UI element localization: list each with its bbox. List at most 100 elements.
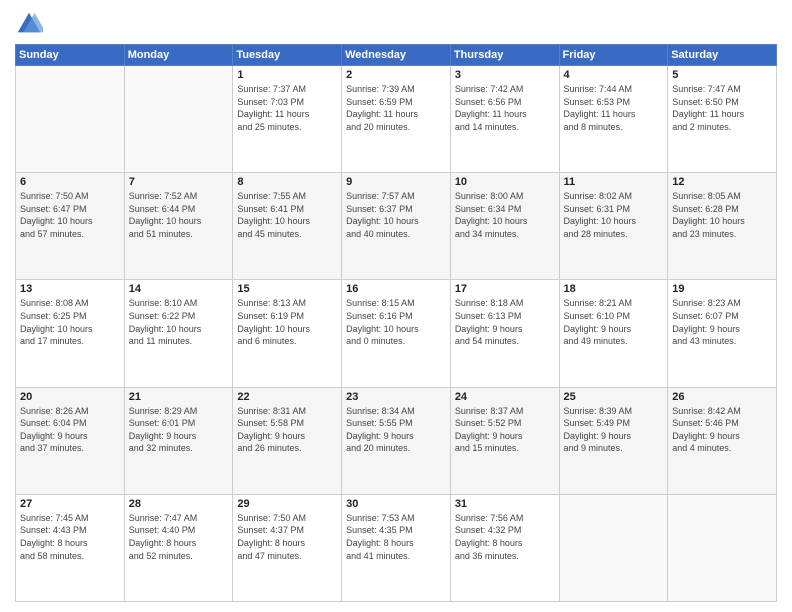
weekday-header-row: SundayMondayTuesdayWednesdayThursdayFrid… [16, 45, 777, 66]
day-number: 27 [20, 498, 120, 510]
calendar-cell: 13 Sunrise: 8:08 AM Sunset: 6:25 PM Dayli… [16, 280, 125, 387]
weekday-header-wednesday: Wednesday [342, 45, 451, 66]
day-detail: Sunrise: 7:52 AM Sunset: 6:44 PM Dayligh… [129, 190, 229, 240]
day-number: 15 [237, 283, 337, 295]
day-detail: Sunrise: 8:42 AM Sunset: 5:46 PM Dayligh… [672, 405, 772, 455]
calendar-cell: 10 Sunrise: 8:00 AM Sunset: 6:34 PM Dayli… [450, 173, 559, 280]
calendar-cell: 4Sunrise: 7:44 AM Sunset: 6:53 PM Daylig… [559, 66, 668, 173]
header [15, 10, 777, 38]
day-number: 13 [20, 283, 120, 295]
calendar-cell: 2Sunrise: 7:39 AM Sunset: 6:59 PM Daylig… [342, 66, 451, 173]
weekday-header-friday: Friday [559, 45, 668, 66]
calendar-cell: 30Sunrise: 7:53 AM Sunset: 4:35 PM Dayli… [342, 494, 451, 601]
day-number: 24 [455, 391, 555, 403]
day-number: 5 [672, 69, 772, 81]
day-detail: Sunrise: 8:26 AM Sunset: 6:04 PM Dayligh… [20, 405, 120, 455]
day-detail: Sunrise: 7:50 AM Sunset: 4:37 PM Dayligh… [237, 512, 337, 562]
day-number: 3 [455, 69, 555, 81]
weekday-header-tuesday: Tuesday [233, 45, 342, 66]
day-number: 7 [129, 176, 229, 188]
day-detail: Sunrise: 8:10 AM Sunset: 6:22 PM Dayligh… [129, 297, 229, 347]
calendar-cell: 24 Sunrise: 8:37 AM Sunset: 5:52 PM Dayli… [450, 387, 559, 494]
calendar-cell: 9 Sunrise: 7:57 AM Sunset: 6:37 PM Daylig… [342, 173, 451, 280]
calendar-cell: 14 Sunrise: 8:10 AM Sunset: 6:22 PM Dayli… [124, 280, 233, 387]
day-detail: Sunrise: 8:05 AM Sunset: 6:28 PM Dayligh… [672, 190, 772, 240]
calendar-cell: 12 Sunrise: 8:05 AM Sunset: 6:28 PM Dayli… [668, 173, 777, 280]
calendar-cell: 21Sunrise: 8:29 AM Sunset: 6:01 PM Dayli… [124, 387, 233, 494]
calendar-cell: 28 Sunrise: 7:47 AM Sunset: 4:40 PM Dayli… [124, 494, 233, 601]
calendar-cell: 1Sunrise: 7:37 AM Sunset: 7:03 PM Daylig… [233, 66, 342, 173]
calendar-cell: 22 Sunrise: 8:31 AM Sunset: 5:58 PM Dayli… [233, 387, 342, 494]
calendar-cell: 7 Sunrise: 7:52 AM Sunset: 6:44 PM Daylig… [124, 173, 233, 280]
calendar-cell: 6 Sunrise: 7:50 AM Sunset: 6:47 PM Daylig… [16, 173, 125, 280]
day-number: 21 [129, 391, 229, 403]
day-detail: Sunrise: 8:15 AM Sunset: 6:16 PM Dayligh… [346, 297, 446, 347]
day-number: 16 [346, 283, 446, 295]
day-detail: Sunrise: 8:39 AM Sunset: 5:49 PM Dayligh… [564, 405, 664, 455]
day-number: 11 [564, 176, 664, 188]
day-number: 9 [346, 176, 446, 188]
calendar-cell [668, 494, 777, 601]
calendar-cell: 15 Sunrise: 8:13 AM Sunset: 6:19 PM Dayli… [233, 280, 342, 387]
day-detail: Sunrise: 7:42 AM Sunset: 6:56 PM Dayligh… [455, 83, 555, 133]
day-number: 28 [129, 498, 229, 510]
calendar-cell: 27Sunrise: 7:45 AM Sunset: 4:43 PM Dayli… [16, 494, 125, 601]
day-number: 23 [346, 391, 446, 403]
day-number: 31 [455, 498, 555, 510]
calendar-cell: 29 Sunrise: 7:50 AM Sunset: 4:37 PM Dayli… [233, 494, 342, 601]
day-detail: Sunrise: 7:39 AM Sunset: 6:59 PM Dayligh… [346, 83, 446, 133]
day-detail: Sunrise: 7:47 AM Sunset: 6:50 PM Dayligh… [672, 83, 772, 133]
calendar-cell: 3 Sunrise: 7:42 AM Sunset: 6:56 PM Daylig… [450, 66, 559, 173]
day-detail: Sunrise: 7:56 AM Sunset: 4:32 PM Dayligh… [455, 512, 555, 562]
day-detail: Sunrise: 8:23 AM Sunset: 6:07 PM Dayligh… [672, 297, 772, 347]
day-number: 26 [672, 391, 772, 403]
week-row-0: 1Sunrise: 7:37 AM Sunset: 7:03 PM Daylig… [16, 66, 777, 173]
calendar-cell: 25 Sunrise: 8:39 AM Sunset: 5:49 PM Dayli… [559, 387, 668, 494]
day-detail: Sunrise: 7:50 AM Sunset: 6:47 PM Dayligh… [20, 190, 120, 240]
day-detail: Sunrise: 8:31 AM Sunset: 5:58 PM Dayligh… [237, 405, 337, 455]
day-detail: Sunrise: 8:18 AM Sunset: 6:13 PM Dayligh… [455, 297, 555, 347]
day-detail: Sunrise: 8:37 AM Sunset: 5:52 PM Dayligh… [455, 405, 555, 455]
day-detail: Sunrise: 8:21 AM Sunset: 6:10 PM Dayligh… [564, 297, 664, 347]
logo [15, 10, 47, 38]
calendar-table: SundayMondayTuesdayWednesdayThursdayFrid… [15, 44, 777, 602]
weekday-header-monday: Monday [124, 45, 233, 66]
day-number: 19 [672, 283, 772, 295]
weekday-header-thursday: Thursday [450, 45, 559, 66]
day-detail: Sunrise: 8:13 AM Sunset: 6:19 PM Dayligh… [237, 297, 337, 347]
calendar-cell: 17 Sunrise: 8:18 AM Sunset: 6:13 PM Dayli… [450, 280, 559, 387]
day-number: 12 [672, 176, 772, 188]
day-detail: Sunrise: 7:44 AM Sunset: 6:53 PM Dayligh… [564, 83, 664, 133]
day-number: 14 [129, 283, 229, 295]
calendar-cell [124, 66, 233, 173]
day-number: 22 [237, 391, 337, 403]
day-number: 8 [237, 176, 337, 188]
day-detail: Sunrise: 8:02 AM Sunset: 6:31 PM Dayligh… [564, 190, 664, 240]
logo-icon [15, 10, 43, 38]
day-detail: Sunrise: 8:00 AM Sunset: 6:34 PM Dayligh… [455, 190, 555, 240]
day-number: 18 [564, 283, 664, 295]
week-row-1: 6 Sunrise: 7:50 AM Sunset: 6:47 PM Daylig… [16, 173, 777, 280]
day-number: 20 [20, 391, 120, 403]
day-number: 17 [455, 283, 555, 295]
week-row-4: 27Sunrise: 7:45 AM Sunset: 4:43 PM Dayli… [16, 494, 777, 601]
day-detail: Sunrise: 8:08 AM Sunset: 6:25 PM Dayligh… [20, 297, 120, 347]
weekday-header-sunday: Sunday [16, 45, 125, 66]
calendar-cell: 26 Sunrise: 8:42 AM Sunset: 5:46 PM Dayli… [668, 387, 777, 494]
calendar-cell [16, 66, 125, 173]
calendar-cell: 8Sunrise: 7:55 AM Sunset: 6:41 PM Daylig… [233, 173, 342, 280]
day-number: 30 [346, 498, 446, 510]
calendar-cell: 16 Sunrise: 8:15 AM Sunset: 6:16 PM Dayli… [342, 280, 451, 387]
day-detail: Sunrise: 7:37 AM Sunset: 7:03 PM Dayligh… [237, 83, 337, 133]
calendar-cell: 5 Sunrise: 7:47 AM Sunset: 6:50 PM Daylig… [668, 66, 777, 173]
day-number: 25 [564, 391, 664, 403]
day-number: 29 [237, 498, 337, 510]
calendar-cell: 20 Sunrise: 8:26 AM Sunset: 6:04 PM Dayli… [16, 387, 125, 494]
day-detail: Sunrise: 7:47 AM Sunset: 4:40 PM Dayligh… [129, 512, 229, 562]
day-number: 10 [455, 176, 555, 188]
calendar-cell: 11 Sunrise: 8:02 AM Sunset: 6:31 PM Dayli… [559, 173, 668, 280]
day-detail: Sunrise: 7:57 AM Sunset: 6:37 PM Dayligh… [346, 190, 446, 240]
page: SundayMondayTuesdayWednesdayThursdayFrid… [0, 0, 792, 612]
week-row-2: 13 Sunrise: 8:08 AM Sunset: 6:25 PM Dayli… [16, 280, 777, 387]
day-number: 6 [20, 176, 120, 188]
